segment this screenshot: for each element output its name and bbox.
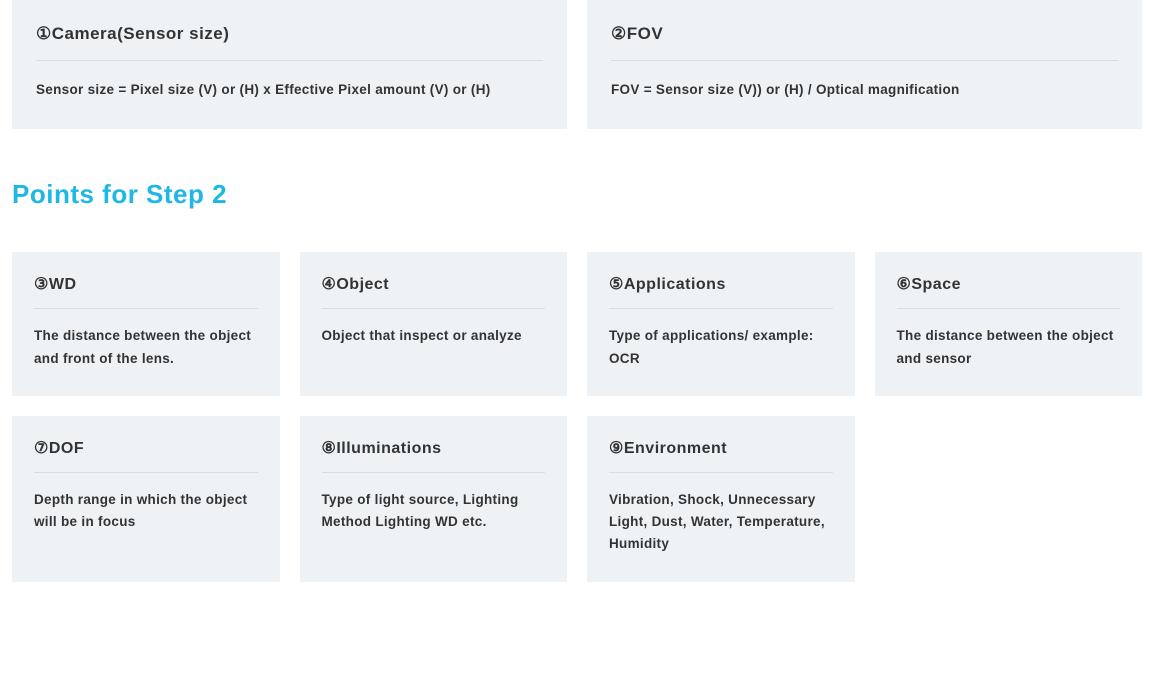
card-body: The distance between the object and sens… <box>897 325 1121 370</box>
card-illuminations: ⑧Illuminations Type of light source, Lig… <box>300 416 568 582</box>
card-wd: ③WD The distance between the object and … <box>12 252 280 396</box>
card-dof: ⑦DOF Depth range in which the object wil… <box>12 416 280 582</box>
card-title: ⑦DOF <box>34 438 258 473</box>
card-title: ①Camera(Sensor size) <box>36 24 543 61</box>
card-fov: ②FOV FOV = Sensor size (V)) or (H) / Opt… <box>587 0 1142 129</box>
card-title: ⑧Illuminations <box>322 438 546 473</box>
card-body: The distance between the object and fron… <box>34 325 258 370</box>
card-title: ②FOV <box>611 24 1118 61</box>
card-title: ⑨Environment <box>609 438 833 473</box>
card-body: Type of applications/ example: OCR <box>609 325 833 370</box>
card-body: FOV = Sensor size (V)) or (H) / Optical … <box>611 79 1118 101</box>
card-title: ⑥Space <box>897 274 1121 309</box>
card-body: Type of light source, Lighting Method Li… <box>322 489 546 534</box>
card-title: ⑤Applications <box>609 274 833 309</box>
card-object: ④Object Object that inspect or analyze <box>300 252 568 396</box>
card-grid: ③WD The distance between the object and … <box>12 252 1142 581</box>
card-space: ⑥Space The distance between the object a… <box>875 252 1143 396</box>
card-body: Vibration, Shock, Unnecessary Light, Dus… <box>609 489 833 556</box>
card-title: ④Object <box>322 274 546 309</box>
section-heading: Points for Step 2 <box>12 179 1142 210</box>
card-body: Object that inspect or analyze <box>322 325 546 347</box>
card-camera-sensor-size: ①Camera(Sensor size) Sensor size = Pixel… <box>12 0 567 129</box>
card-body: Depth range in which the object will be … <box>34 489 258 534</box>
card-body: Sensor size = Pixel size (V) or (H) x Ef… <box>36 79 543 101</box>
card-environment: ⑨Environment Vibration, Shock, Unnecessa… <box>587 416 855 582</box>
card-title: ③WD <box>34 274 258 309</box>
card-applications: ⑤Applications Type of applications/ exam… <box>587 252 855 396</box>
top-card-row: ①Camera(Sensor size) Sensor size = Pixel… <box>12 0 1142 129</box>
